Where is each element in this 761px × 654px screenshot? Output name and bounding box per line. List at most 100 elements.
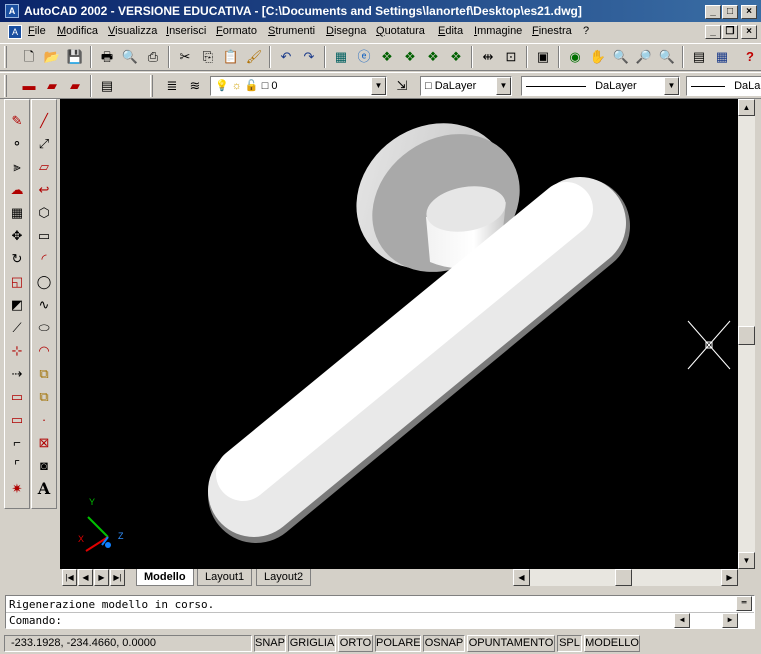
make-current-icon[interactable]: ▤ [96, 75, 118, 97]
web-icon[interactable]: ⓔ [353, 46, 375, 68]
menu-disegna[interactable]: Disegna [326, 25, 366, 37]
mtext-icon[interactable]: A [33, 478, 55, 500]
scroll-thumb[interactable] [738, 326, 755, 345]
calculator-icon[interactable]: ❖ [445, 46, 467, 68]
properties-icon[interactable]: ▤ [688, 46, 710, 68]
sheet-set-icon[interactable]: ❖ [399, 46, 421, 68]
layer-previous-icon[interactable]: ≋ [184, 75, 206, 97]
redo-icon[interactable]: ↷ [298, 46, 320, 68]
move-icon[interactable]: ✥ [6, 225, 28, 247]
design-center-panel-icon[interactable]: ▦ [711, 46, 733, 68]
break-icon[interactable]: ▭ [6, 386, 28, 408]
document-icon[interactable]: A [8, 25, 22, 39]
match-prop-icon[interactable]: 🖌 [243, 46, 265, 68]
polar-toggle[interactable]: POLARE [375, 635, 421, 652]
pan-icon[interactable]: ✋ [587, 46, 609, 68]
tab-first-icon[interactable]: |◀ [62, 569, 77, 586]
command-window[interactable]: Rigenerazione modello in corso. Comando:… [5, 595, 755, 629]
rotate-icon[interactable]: ↻ [6, 248, 28, 270]
chevron-down-icon[interactable]: ▼ [664, 77, 679, 95]
toolbar-grip[interactable] [150, 75, 153, 97]
break-at-point-icon[interactable]: ▭ [6, 409, 28, 431]
layer-select[interactable]: 💡 ☼ 🔓 □ 0 ▼ [210, 76, 387, 96]
area-icon[interactable]: ⊡ [500, 46, 522, 68]
distance-icon[interactable]: ⇹ [477, 46, 499, 68]
hscroll-thumb[interactable] [615, 569, 632, 586]
stretch-icon[interactable]: ◩ [6, 294, 28, 316]
arc-icon[interactable]: ◜ [33, 248, 55, 270]
scroll-left-icon[interactable]: ◀ [513, 569, 530, 586]
tab-modello[interactable]: Modello [136, 569, 194, 586]
model-toggle[interactable]: MODELLO [584, 635, 640, 652]
hatch-icon[interactable]: ⊠ [33, 432, 55, 454]
undo-icon[interactable]: ↶ [275, 46, 297, 68]
menu-visualizza[interactable]: Visualizza [108, 25, 157, 37]
zoom-realtime-icon[interactable]: 🔍 [610, 46, 632, 68]
fillet-icon[interactable]: ⌜ [6, 455, 28, 477]
scale-icon[interactable]: ◱ [6, 271, 28, 293]
ellipse-icon[interactable]: ⬭ [33, 317, 55, 339]
tab-next-icon[interactable]: ▶ [94, 569, 109, 586]
layers-manager-icon[interactable]: ≣ [161, 75, 183, 97]
extend-icon[interactable]: ⇢ [6, 363, 28, 385]
cut-icon[interactable]: ✂ [174, 46, 196, 68]
copy-object-icon[interactable]: ⚬ [6, 133, 28, 155]
new-icon[interactable]: 🗋 [18, 46, 40, 68]
menu-strumenti[interactable]: Strumenti [268, 25, 315, 37]
tab-last-icon[interactable]: ▶| [110, 569, 125, 586]
chevron-down-icon[interactable]: ▼ [496, 77, 511, 95]
cmd-scroll-icon[interactable]: ═ [736, 596, 752, 611]
open-icon[interactable]: 📂 [41, 46, 63, 68]
insert-block-icon[interactable]: ⧉ [33, 363, 55, 385]
scroll-right-icon[interactable]: ▶ [721, 569, 738, 586]
preview-icon[interactable]: 🔍 [119, 46, 141, 68]
vertical-scrollbar[interactable]: ▲ ▼ [738, 99, 755, 569]
scroll-up-icon[interactable]: ▲ [738, 99, 755, 116]
array-icon[interactable]: ▦ [6, 202, 28, 224]
toolbar-grip[interactable] [4, 46, 7, 68]
construction-line-icon[interactable]: ⤢ [33, 133, 55, 155]
spline-icon[interactable]: ∿ [33, 294, 55, 316]
doc-minimize-button[interactable]: _ [705, 25, 721, 39]
doc-restore-button[interactable]: ❐ [722, 25, 738, 39]
layer-prop-icon[interactable]: ▬ [18, 75, 40, 97]
menu-quotatura[interactable]: Quotatura [376, 25, 425, 37]
menu-edita[interactable]: Edita [438, 25, 463, 37]
save-icon[interactable]: 💾 [64, 46, 86, 68]
design-center-icon[interactable]: ▦ [330, 46, 352, 68]
copy-icon[interactable]: ⎘ [197, 46, 219, 68]
tab-layout2[interactable]: Layout2 [256, 569, 312, 586]
polyline-icon[interactable]: ↩ [33, 179, 55, 201]
paste-icon[interactable]: 📋 [220, 46, 242, 68]
doc-close-button[interactable]: × [741, 25, 757, 39]
toolbar-grip[interactable] [4, 75, 7, 97]
color-select[interactable]: □ DaLayer ▼ [420, 76, 512, 96]
object-to-layer-icon[interactable]: ⇲ [391, 75, 413, 97]
scroll-down-icon[interactable]: ▼ [738, 552, 755, 569]
help-icon[interactable]: ? [739, 46, 761, 68]
tool-palette-icon[interactable]: ❖ [376, 46, 398, 68]
region-icon[interactable]: ◙ [33, 455, 55, 477]
horizontal-scrollbar[interactable]: ◀ ▶ [513, 569, 738, 586]
rectangle-icon[interactable]: ▭ [33, 225, 55, 247]
3d-orbit-icon[interactable]: ◉ [564, 46, 586, 68]
zoom-window-icon[interactable]: 🔎 [633, 46, 655, 68]
chamfer-icon[interactable]: ⌐ [6, 432, 28, 454]
minimize-button[interactable]: _ [705, 5, 721, 19]
osnap-toggle[interactable]: OSNAP [423, 635, 465, 652]
grid-toggle[interactable]: GRIGLIA [288, 635, 336, 652]
offset-icon[interactable]: ☁ [6, 179, 28, 201]
menu-finestra[interactable]: Finestra [532, 25, 572, 37]
maximize-button[interactable]: □ [722, 5, 738, 19]
circle-icon[interactable]: ◯ [33, 271, 55, 293]
cmd-scroll-right-icon[interactable]: ▶ [722, 613, 738, 628]
named-views-icon[interactable]: ▣ [532, 46, 554, 68]
trim-icon[interactable]: ⊹ [6, 340, 28, 362]
ortho-toggle[interactable]: ORTO [338, 635, 373, 652]
ellipse-arc-icon[interactable]: ◠ [33, 340, 55, 362]
markup-icon[interactable]: ❖ [422, 46, 444, 68]
snap-toggle[interactable]: SNAP [254, 635, 286, 652]
autocad-app-icon[interactable]: A [5, 4, 19, 18]
mirror-icon[interactable]: ⫸ [6, 156, 28, 178]
polygon-icon[interactable]: ⬡ [33, 202, 55, 224]
